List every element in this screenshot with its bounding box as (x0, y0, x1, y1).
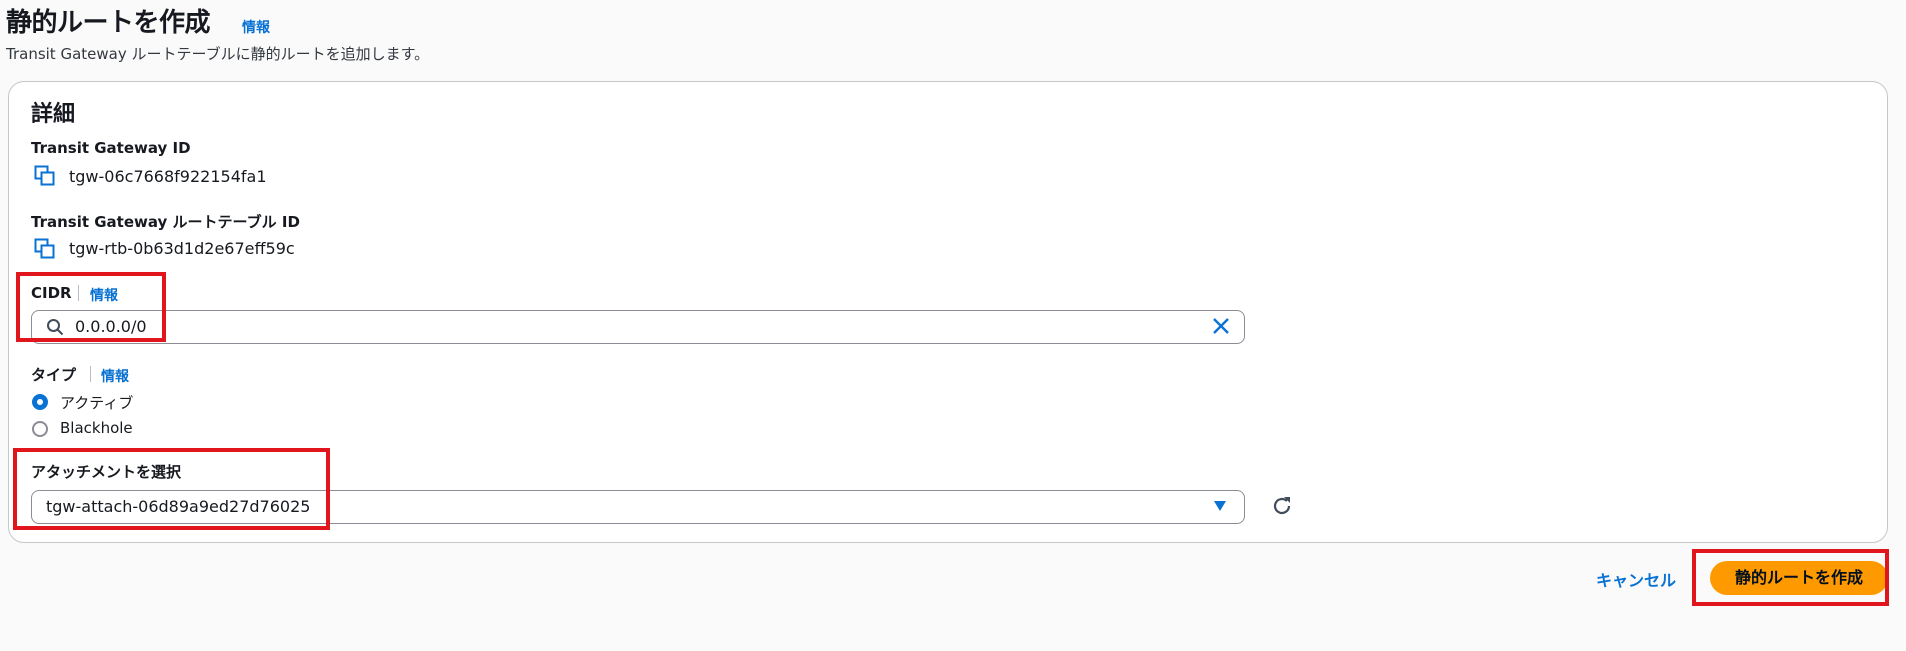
clear-icon[interactable] (1212, 317, 1230, 335)
rtb-id-label: Transit Gateway ルートテーブル ID (31, 213, 300, 231)
page-description: Transit Gateway ルートテーブルに静的ルートを追加します。 (6, 45, 430, 63)
radio-blackhole[interactable] (32, 421, 48, 437)
page-title: 静的ルートを作成 (6, 8, 211, 38)
refresh-icon[interactable] (1270, 494, 1294, 518)
label-divider (90, 366, 91, 382)
tgw-id-label: Transit Gateway ID (31, 139, 191, 157)
highlight-box-cidr (16, 272, 166, 342)
cidr-input[interactable] (31, 310, 1245, 344)
type-info-link[interactable]: 情報 (101, 366, 129, 386)
cancel-button[interactable]: キャンセル (1596, 567, 1676, 591)
copy-icon[interactable] (34, 165, 56, 187)
tgw-id-value: tgw-06c7668f922154fa1 (69, 167, 267, 186)
rtb-id-value: tgw-rtb-0b63d1d2e67eff59c (69, 239, 295, 258)
title-info-link[interactable]: 情報 (242, 17, 270, 37)
highlight-box-attachment (13, 448, 330, 530)
radio-active[interactable] (32, 394, 48, 410)
caret-down-icon[interactable] (1213, 500, 1227, 512)
copy-icon[interactable] (34, 238, 56, 260)
highlight-box-submit (1692, 549, 1889, 606)
radio-active-label[interactable]: アクティブ (60, 392, 133, 413)
radio-blackhole-label[interactable]: Blackhole (60, 419, 133, 437)
panel-title: 詳細 (31, 102, 76, 127)
type-label: タイプ (31, 366, 77, 384)
